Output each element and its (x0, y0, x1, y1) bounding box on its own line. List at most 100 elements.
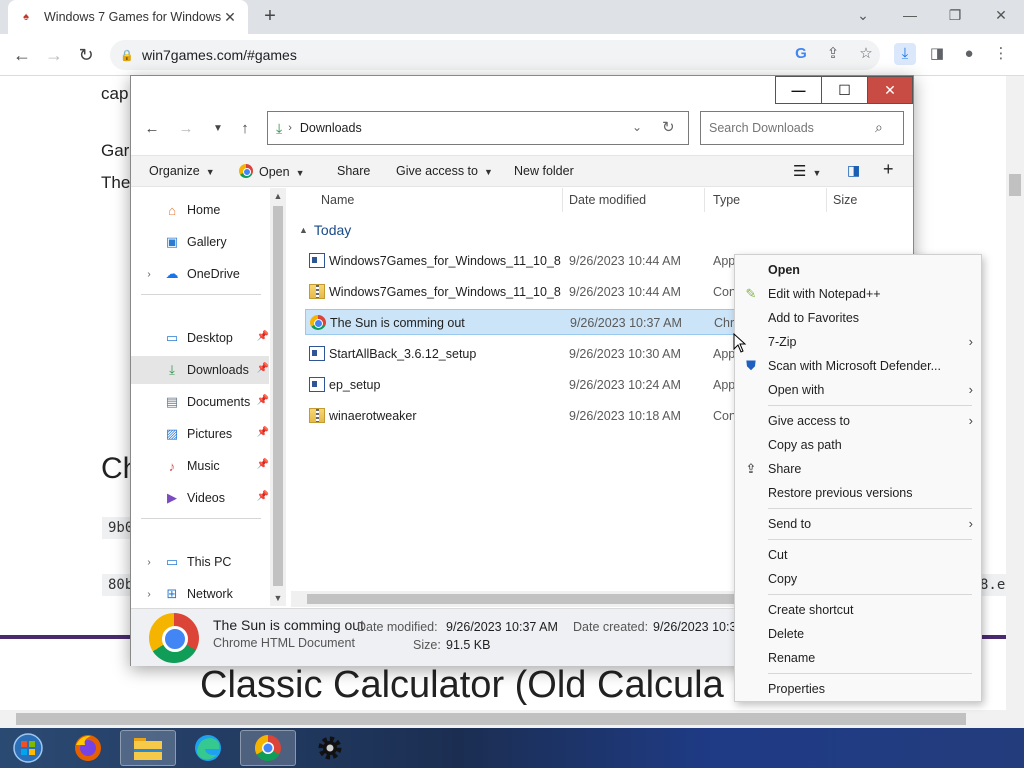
preview-pane-icon[interactable]: ◨ (847, 162, 860, 179)
browser-tab[interactable]: ♠ Windows 7 Games for Windows ✕ (8, 0, 248, 34)
expand-chevron-icon[interactable]: › (141, 557, 157, 568)
menu-item-create-shortcut[interactable]: Create shortcut (735, 598, 981, 622)
menu-item-scan-defender[interactable]: ⛊ Scan with Microsoft Defender... (735, 354, 981, 378)
view-options-icon[interactable]: ☰ ▼ (793, 162, 821, 180)
nav-item-desktop[interactable]: ▭ Desktop 📌 (131, 324, 269, 352)
nav-pane-scroll-thumb[interactable] (273, 206, 283, 586)
menu-item-cut[interactable]: Cut (735, 543, 981, 567)
menu-item-add-favorites[interactable]: Add to Favorites (735, 306, 981, 330)
explorer-address-bar[interactable]: ⤓ › Downloads ⌄ ↻ (267, 111, 689, 145)
lock-icon[interactable]: 🔒 (120, 49, 134, 62)
browser-menu-icon[interactable]: ⋮ (990, 43, 1012, 65)
menu-item-7zip[interactable]: 7-Zip › (735, 330, 981, 354)
menu-item-delete[interactable]: Delete (735, 622, 981, 646)
browser-minimize-button[interactable]: — (898, 4, 922, 26)
add-icon[interactable]: + (883, 159, 894, 180)
profile-avatar-icon[interactable]: ● (958, 43, 980, 65)
notepad-plus-plus-icon: ✎ (745, 286, 757, 301)
pin-icon[interactable]: 📌 (257, 459, 269, 470)
address-url[interactable]: win7games.com/#games (142, 47, 297, 63)
nav-item-network[interactable]: › ⊞ Network (131, 580, 269, 608)
menu-item-restore-versions[interactable]: Restore previous versions (735, 481, 981, 505)
page-vertical-scrollbar[interactable] (1006, 76, 1024, 710)
explorer-back-icon[interactable]: ← (141, 118, 163, 140)
address-history-chevron-icon[interactable]: ⌄ (632, 120, 642, 134)
pin-icon[interactable]: 📌 (257, 395, 269, 406)
downloads-icon[interactable]: ⤓ (894, 43, 916, 65)
recent-locations-chevron-icon[interactable]: ▼ (207, 118, 229, 140)
start-orb-icon[interactable] (0, 730, 56, 766)
browser-restore-button[interactable]: ❐ (943, 4, 967, 26)
nav-item-music[interactable]: ♪ Music 📌 (131, 452, 269, 480)
menu-item-copy[interactable]: Copy (735, 567, 981, 591)
menu-item-open-with[interactable]: Open with › (735, 378, 981, 402)
organize-button[interactable]: Organize ▼ (149, 164, 215, 178)
give-access-button[interactable]: Give access to ▼ (396, 164, 493, 178)
group-header-today[interactable]: ▲ Today (299, 222, 351, 238)
share-page-icon[interactable]: ⇪ (822, 43, 844, 65)
pin-icon[interactable]: 📌 (257, 363, 269, 374)
expand-chevron-icon[interactable]: › (141, 589, 157, 600)
explorer-maximize-button[interactable]: ☐ (821, 76, 867, 104)
explorer-search-box[interactable]: ⌕ (700, 111, 904, 145)
address-bar[interactable]: 🔒 win7games.com/#games (110, 40, 880, 70)
menu-item-share[interactable]: ⇪ Share (735, 457, 981, 481)
pin-icon[interactable]: 📌 (257, 427, 269, 438)
file-list-scroll-thumb[interactable] (307, 594, 747, 604)
menu-item-send-to[interactable]: Send to › (735, 512, 981, 536)
column-header-size[interactable]: Size (825, 188, 905, 212)
nav-item-gallery[interactable]: ▣ Gallery (131, 228, 269, 256)
nav-item-downloads[interactable]: ⤓ Downloads 📌 (131, 356, 269, 384)
search-input[interactable] (709, 121, 869, 135)
nav-item-home[interactable]: ⌂ Home (131, 196, 269, 224)
scroll-up-arrow-icon[interactable]: ▲ (270, 188, 286, 204)
pin-icon[interactable]: 📌 (257, 491, 269, 502)
explorer-title-bar[interactable]: — ☐ ✕ (131, 76, 913, 106)
menu-item-copy-as-path[interactable]: Copy as path (735, 433, 981, 457)
explorer-forward-icon[interactable]: → (175, 118, 197, 140)
nav-item-this-pc[interactable]: › ▭ This PC (131, 548, 269, 576)
search-icon[interactable]: ⌕ (875, 119, 883, 136)
browser-close-button[interactable]: ✕ (989, 4, 1013, 26)
tab-search-chevron-icon[interactable]: ⌄ (851, 4, 875, 26)
firefox-icon[interactable] (60, 730, 116, 766)
page-horizontal-scroll-thumb[interactable] (16, 713, 966, 725)
menu-item-give-access[interactable]: Give access to › (735, 409, 981, 433)
breadcrumb-separator-icon[interactable]: › (288, 122, 292, 134)
expand-chevron-icon[interactable]: › (141, 269, 157, 280)
breadcrumb-downloads[interactable]: Downloads (300, 121, 362, 135)
menu-item-properties[interactable]: Properties (735, 677, 981, 701)
bookmark-star-icon[interactable]: ☆ (855, 43, 877, 65)
nav-item-documents[interactable]: ▤ Documents 📌 (131, 388, 269, 416)
edge-icon[interactable] (180, 730, 236, 766)
nav-item-videos[interactable]: ▶ Videos 📌 (131, 484, 269, 512)
nav-item-pictures[interactable]: ▨ Pictures 📌 (131, 420, 269, 448)
explorer-close-button[interactable]: ✕ (867, 76, 913, 104)
forward-arrow-icon[interactable]: → (42, 43, 66, 67)
open-button[interactable]: Open ▼ (239, 164, 305, 179)
reload-icon[interactable]: ↻ (74, 43, 98, 67)
menu-item-rename[interactable]: Rename (735, 646, 981, 670)
tab-close-icon[interactable]: ✕ (222, 9, 238, 26)
nav-item-onedrive[interactable]: › ☁ OneDrive (131, 260, 269, 288)
column-header-name[interactable]: Name (313, 188, 563, 212)
side-panel-icon[interactable]: ◨ (926, 43, 948, 65)
column-header-date-modified[interactable]: Date modified (561, 188, 705, 212)
menu-item-edit-notepad[interactable]: ✎ Edit with Notepad++ (735, 282, 981, 306)
back-arrow-icon[interactable]: ← (10, 43, 34, 67)
refresh-icon[interactable]: ↻ (662, 118, 675, 136)
new-folder-button[interactable]: New folder (514, 164, 574, 178)
column-header-type[interactable]: Type (705, 188, 827, 212)
chrome-icon[interactable] (240, 730, 296, 766)
menu-item-open[interactable]: Open (735, 258, 981, 282)
up-arrow-icon[interactable]: ↑ (234, 118, 256, 140)
share-button[interactable]: Share (337, 164, 370, 178)
page-vertical-scroll-thumb[interactable] (1009, 174, 1021, 196)
settings-gear-icon[interactable] (302, 730, 358, 766)
new-tab-button[interactable]: + (258, 4, 282, 28)
pin-icon[interactable]: 📌 (257, 331, 269, 342)
explorer-minimize-button[interactable]: — (775, 76, 821, 104)
google-lens-icon[interactable]: G (790, 43, 812, 65)
file-explorer-icon[interactable] (120, 730, 176, 766)
scroll-down-arrow-icon[interactable]: ▼ (270, 590, 286, 606)
